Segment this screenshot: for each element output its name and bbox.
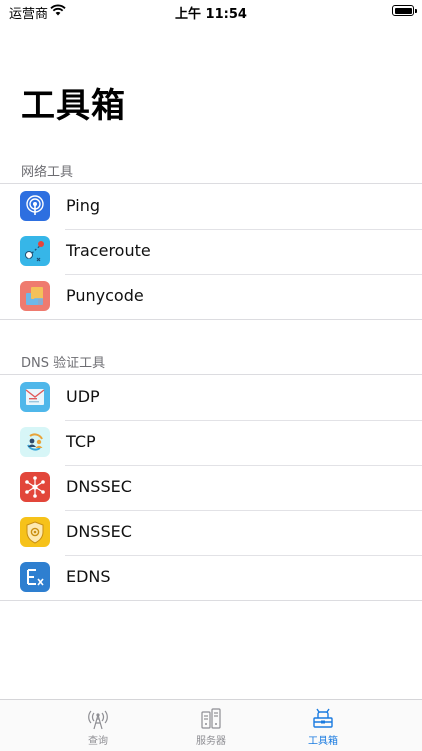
tool-label: Traceroute [66, 241, 151, 260]
dnssec-network-icon [20, 472, 50, 502]
clock-time: 上午 11:54 [175, 7, 247, 22]
tool-label: TCP [66, 432, 96, 451]
tool-row-ping[interactable]: Ping [0, 184, 422, 229]
tool-label: EDNS [66, 567, 111, 586]
tab-toolbox[interactable]: 工具箱 [253, 700, 393, 751]
status-bar: 运营商 上午 11:54 [0, 0, 422, 22]
tool-row-tcp[interactable]: TCP [0, 420, 422, 465]
server-icon [201, 708, 221, 729]
punycode-icon [20, 281, 50, 311]
udp-envelope-icon [20, 382, 50, 412]
tool-row-dnssec-network[interactable]: DNSSEC [0, 465, 422, 510]
tab-label: 工具箱 [308, 736, 338, 747]
antenna-icon [88, 710, 108, 730]
tool-row-edns[interactable]: EDNS [0, 555, 422, 600]
traceroute-map-icon [20, 236, 50, 266]
tool-row-punycode[interactable]: Punycode [0, 274, 422, 319]
ping-icon [20, 191, 50, 221]
network-tools-list: Ping Traceroute Punycode [0, 183, 422, 320]
tool-row-traceroute[interactable]: Traceroute [0, 229, 422, 274]
tool-row-udp[interactable]: UDP [0, 375, 422, 420]
tool-label: DNSSEC [66, 477, 132, 496]
page-title: 工具箱 [21, 86, 126, 126]
section-header-dns-tools: DNS 验证工具 [21, 356, 106, 371]
tool-row-dnssec-shield[interactable]: DNSSEC [0, 510, 422, 555]
dnssec-shield-icon [20, 517, 50, 547]
battery-icon [392, 5, 417, 16]
tool-label: Ping [66, 196, 101, 215]
edns-ex-icon [20, 562, 50, 592]
toolbox-icon [313, 708, 333, 728]
section-header-network-tools: 网络工具 [21, 165, 74, 180]
tool-label: DNSSEC [66, 522, 132, 541]
tcp-people-icon [20, 427, 50, 457]
dns-tools-list: UDP TCP DNSSEC DNSSEC EDNS [0, 374, 422, 601]
tab-bar: 查询 服务器 工具箱 [0, 699, 422, 751]
tool-label: UDP [66, 387, 100, 406]
tool-label: Punycode [66, 286, 144, 305]
